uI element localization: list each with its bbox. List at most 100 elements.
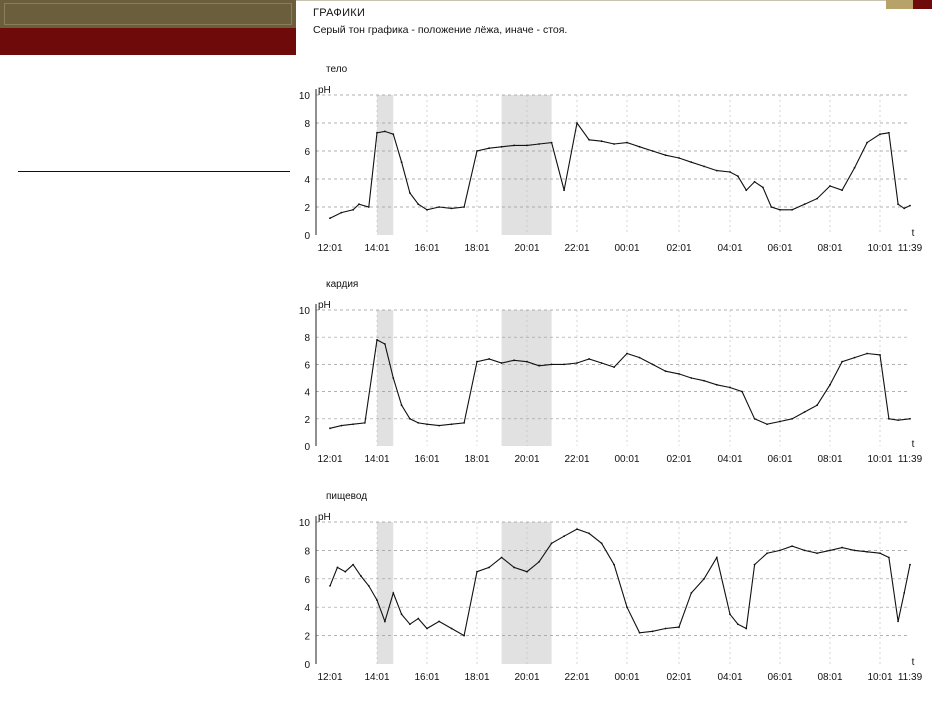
ph-data-point (384, 620, 386, 623)
x-tick-label: 08:01 (817, 243, 842, 254)
x-axis-label: t (912, 228, 915, 239)
ph-data-point (791, 417, 793, 420)
ph-data-point (513, 144, 515, 147)
x-tick-label: 00:01 (614, 454, 639, 465)
ph-data-point (803, 203, 806, 206)
ph-data-point (887, 131, 890, 134)
ph-data-point (779, 420, 781, 423)
y-axis-label: pH (318, 512, 331, 523)
x-tick-label: 08:01 (817, 672, 842, 683)
ph-data-point (340, 424, 343, 427)
ph-data-point (638, 631, 641, 634)
ph-data-point (417, 421, 420, 424)
ph-data-point (538, 143, 540, 145)
ph-data-point (729, 613, 731, 616)
ph-data-point (438, 424, 440, 427)
ph-data-point (384, 343, 386, 345)
y-tick-label: 6 (304, 360, 310, 371)
ph-data-point (526, 570, 528, 573)
ph-data-point (770, 206, 773, 208)
lying-period-shade (501, 95, 552, 235)
ph-data-point (664, 370, 667, 373)
y-tick-label: 8 (304, 333, 310, 344)
ph-data-point (376, 599, 378, 601)
ph-data-point (897, 203, 899, 206)
ph-data-point (879, 133, 881, 136)
ph-data-point (550, 542, 553, 545)
ph-data-point (438, 206, 440, 208)
ph-data-point (417, 617, 420, 620)
x-tick-label: 18:01 (464, 243, 489, 254)
ph-data-point (737, 623, 739, 626)
ph-data-point (626, 141, 628, 144)
ph-data-point (753, 417, 756, 420)
ph-data-point (576, 362, 578, 364)
ph-data-point (426, 627, 428, 630)
ph-data-point (853, 166, 856, 169)
ph-data-point (358, 203, 360, 206)
lying-period-shade (377, 95, 394, 235)
ph-data-point (500, 362, 503, 364)
y-tick-label: 8 (304, 546, 310, 557)
ph-data-point (409, 417, 411, 420)
ph-data-point (417, 203, 420, 206)
ph-data-point (779, 208, 781, 211)
ph-data-point (737, 175, 739, 178)
ph-data-point (352, 208, 355, 211)
ph-data-point (803, 411, 806, 413)
ph-data-point (426, 208, 428, 211)
y-tick-label: 2 (304, 632, 310, 643)
y-tick-label: 6 (304, 575, 310, 586)
ph-data-point (613, 563, 615, 566)
ph-data-point (600, 140, 603, 143)
x-tick-label: 11:39 (898, 454, 923, 465)
x-axis-label: t (912, 439, 915, 450)
ph-data-point (626, 352, 628, 355)
ph-data-point (360, 575, 362, 577)
ph-data-point (745, 627, 748, 630)
ph-data-point (329, 585, 331, 587)
ph-data-point (563, 535, 565, 538)
chart-title: кардия (326, 279, 358, 290)
ph-data-point (463, 206, 465, 208)
ph-data-point (409, 192, 411, 194)
ph-data-point (816, 404, 818, 407)
ph-data-point (703, 165, 705, 168)
ph-data-point (513, 359, 515, 362)
y-tick-label: 4 (304, 175, 310, 186)
y-tick-label: 4 (304, 388, 310, 399)
ph-data-point (476, 150, 478, 152)
ph-data-point (841, 189, 843, 192)
ph-data-point (753, 563, 756, 566)
x-tick-label: 22:01 (564, 243, 589, 254)
ph-data-point (500, 145, 503, 148)
ph-data-point (909, 204, 911, 207)
x-tick-label: 11:39 (898, 243, 923, 254)
y-tick-label: 0 (304, 442, 310, 453)
ph-data-point (463, 421, 465, 424)
ph-data-point (426, 423, 428, 426)
x-tick-label: 04:01 (717, 454, 742, 465)
ph-data-point (352, 423, 355, 426)
x-tick-label: 06:01 (767, 243, 792, 254)
ph-data-point (779, 549, 781, 552)
ph-data-point (438, 620, 440, 623)
x-axis-label: t (912, 657, 915, 668)
x-tick-label: 02:01 (666, 454, 691, 465)
y-tick-label: 2 (304, 203, 310, 214)
ph-data-point (488, 566, 490, 569)
x-tick-label: 02:01 (666, 243, 691, 254)
ph-data-point (588, 532, 590, 535)
chart-title: пищевод (326, 491, 367, 502)
ph-data-point (791, 208, 793, 211)
y-axis-label: pH (318, 85, 331, 96)
ph-data-point (766, 423, 768, 426)
ph-data-point (463, 634, 465, 637)
ph-data-point (678, 157, 680, 159)
ph-data-point (741, 390, 743, 393)
ph-data-point (803, 549, 806, 552)
ph-data-point (651, 630, 654, 633)
y-tick-label: 10 (299, 306, 311, 317)
ph-data-point (816, 552, 818, 555)
ph-data-point (588, 138, 590, 141)
